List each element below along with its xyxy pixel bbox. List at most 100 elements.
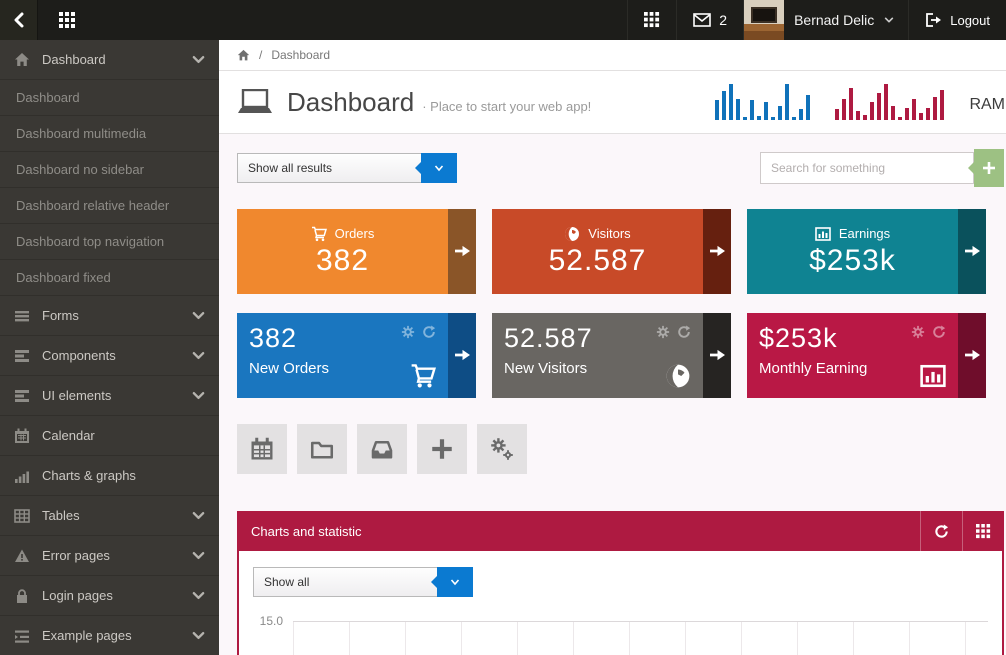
page-subtitle: · Place to start your web app! — [422, 98, 592, 114]
arrow-right-icon — [709, 348, 725, 363]
sidebar-subitem-dashboard-no-sidebar[interactable]: Dashboard no sidebar — [0, 152, 219, 188]
cart-icon — [410, 363, 436, 389]
chart-box-icon — [815, 226, 831, 242]
tile-label: Visitors — [588, 226, 631, 241]
sidebar-item-forms[interactable]: Forms — [0, 296, 219, 336]
monthly-earning-tile[interactable]: $253k Monthly Earning — [747, 313, 986, 398]
list-rows-icon — [14, 348, 30, 364]
refresh-icon[interactable] — [932, 325, 946, 339]
messages-count: 2 — [719, 12, 728, 28]
tile-arrow-button[interactable] — [448, 209, 476, 294]
refresh-icon[interactable] — [422, 325, 436, 339]
home-icon[interactable] — [237, 49, 250, 62]
envelope-icon — [693, 13, 712, 27]
sidebar-subitem-dashboard-relative-header[interactable]: Dashboard relative header — [0, 188, 219, 224]
add-button[interactable] — [417, 424, 467, 474]
folder-button[interactable] — [297, 424, 347, 474]
arrow-right-icon — [964, 244, 980, 259]
folder-icon — [310, 437, 334, 461]
user-name: Bernad Delic — [794, 12, 875, 28]
sidebar-item-dashboard[interactable]: Dashboard — [0, 40, 219, 80]
sidebar-item-label: Forms — [42, 308, 79, 323]
page-title: Dashboard — [287, 86, 415, 117]
sidebar-subitem-dashboard-top-navigation[interactable]: Dashboard top navigation — [0, 224, 219, 260]
breadcrumb-current: Dashboard — [271, 48, 331, 63]
dropdown-caret-button[interactable] — [437, 567, 473, 597]
user-menu[interactable]: Bernad Delic — [743, 0, 908, 40]
chart-filter-value: Show all — [264, 575, 310, 589]
messages-button[interactable]: 2 — [676, 0, 743, 40]
chevron-down-icon — [192, 389, 205, 402]
sidebar-item-login-pages[interactable]: Login pages — [0, 576, 219, 616]
dropdown-caret-button[interactable] — [421, 153, 457, 183]
sidebar-subitem-dashboard[interactable]: Dashboard — [0, 80, 219, 116]
new-visitors-tile[interactable]: 52.587 New Visitors — [492, 313, 731, 398]
sidebar-item-label: Dashboard — [42, 52, 106, 67]
gears-icon — [490, 437, 514, 461]
user-avatar — [744, 0, 785, 40]
plus-icon — [430, 437, 454, 461]
quick-actions-row — [237, 424, 1004, 474]
logout-button[interactable]: Logout — [908, 0, 1006, 40]
lock-icon — [14, 588, 30, 604]
tile-arrow-button[interactable] — [958, 209, 986, 294]
results-filter-value: Show all results — [248, 161, 333, 175]
sidebar: Dashboard Dashboard Dashboard multimedia… — [0, 40, 219, 655]
menu-lines-icon — [14, 308, 30, 324]
search-input[interactable] — [760, 152, 974, 184]
tile-value: 382 — [315, 243, 370, 277]
sidebar-subitem-dashboard-fixed[interactable]: Dashboard fixed — [0, 260, 219, 296]
results-filter-dropdown[interactable]: Show all results — [237, 153, 457, 183]
sidebar-item-error-pages[interactable]: Error pages — [0, 536, 219, 576]
earnings-tile[interactable]: Earnings $253k — [747, 209, 986, 294]
settings-button[interactable] — [477, 424, 527, 474]
sidebar-item-label: Example pages — [42, 628, 132, 643]
calendar-icon — [14, 428, 30, 444]
globe-icon — [665, 363, 691, 389]
refresh-icon[interactable] — [677, 325, 691, 339]
chevron-down-icon — [192, 509, 205, 522]
sidebar-subitem-dashboard-multimedia[interactable]: Dashboard multimedia — [0, 116, 219, 152]
tile-value: 52.587 — [548, 243, 647, 277]
sidebar-item-ui-elements[interactable]: UI elements — [0, 376, 219, 416]
logout-icon — [925, 12, 942, 28]
logout-label: Logout — [950, 12, 990, 28]
list-indent-icon — [14, 628, 30, 644]
tile-label: Monthly Earning — [759, 360, 868, 377]
gear-icon[interactable] — [401, 325, 415, 339]
sidebar-item-tables[interactable]: Tables — [0, 496, 219, 536]
breadcrumb-separator: / — [259, 48, 263, 63]
sidebar-item-charts-graphs[interactable]: Charts & graphs — [0, 456, 219, 496]
gear-icon[interactable] — [911, 325, 925, 339]
topbar-grid-button[interactable] — [627, 0, 676, 40]
apps-grid-button[interactable] — [38, 0, 96, 40]
panel-refresh-button[interactable] — [920, 511, 962, 551]
visitors-tile[interactable]: Visitors 52.587 — [492, 209, 731, 294]
grid-icon — [976, 523, 991, 539]
new-orders-tile[interactable]: 382 New Orders — [237, 313, 476, 398]
sidebar-item-calendar[interactable]: Calendar — [0, 416, 219, 456]
tile-arrow-button[interactable] — [703, 209, 731, 294]
chevron-left-icon — [12, 12, 26, 28]
grid-icon — [58, 11, 76, 29]
tile-arrow-button[interactable] — [958, 313, 986, 398]
inbox-button[interactable] — [357, 424, 407, 474]
tile-arrow-button[interactable] — [448, 313, 476, 398]
sidebar-item-components[interactable]: Components — [0, 336, 219, 376]
orders-tile[interactable]: Orders 382 — [237, 209, 476, 294]
gear-icon[interactable] — [656, 325, 670, 339]
search-add-button[interactable] — [974, 149, 1004, 187]
back-button[interactable] — [0, 0, 38, 40]
sidebar-item-example-pages[interactable]: Example pages — [0, 616, 219, 655]
panel-grid-button[interactable] — [962, 511, 1004, 551]
tile-arrow-button[interactable] — [703, 313, 731, 398]
sidebar-item-label: UI elements — [42, 388, 112, 403]
charts-panel-title: Charts and statistic — [251, 523, 362, 539]
bar-chart-icon — [14, 468, 30, 484]
chart-filter-dropdown[interactable]: Show all — [253, 567, 473, 597]
calendar-button[interactable] — [237, 424, 287, 474]
chevron-down-icon — [192, 53, 205, 66]
warning-icon — [14, 548, 30, 564]
arrow-right-icon — [454, 244, 470, 259]
